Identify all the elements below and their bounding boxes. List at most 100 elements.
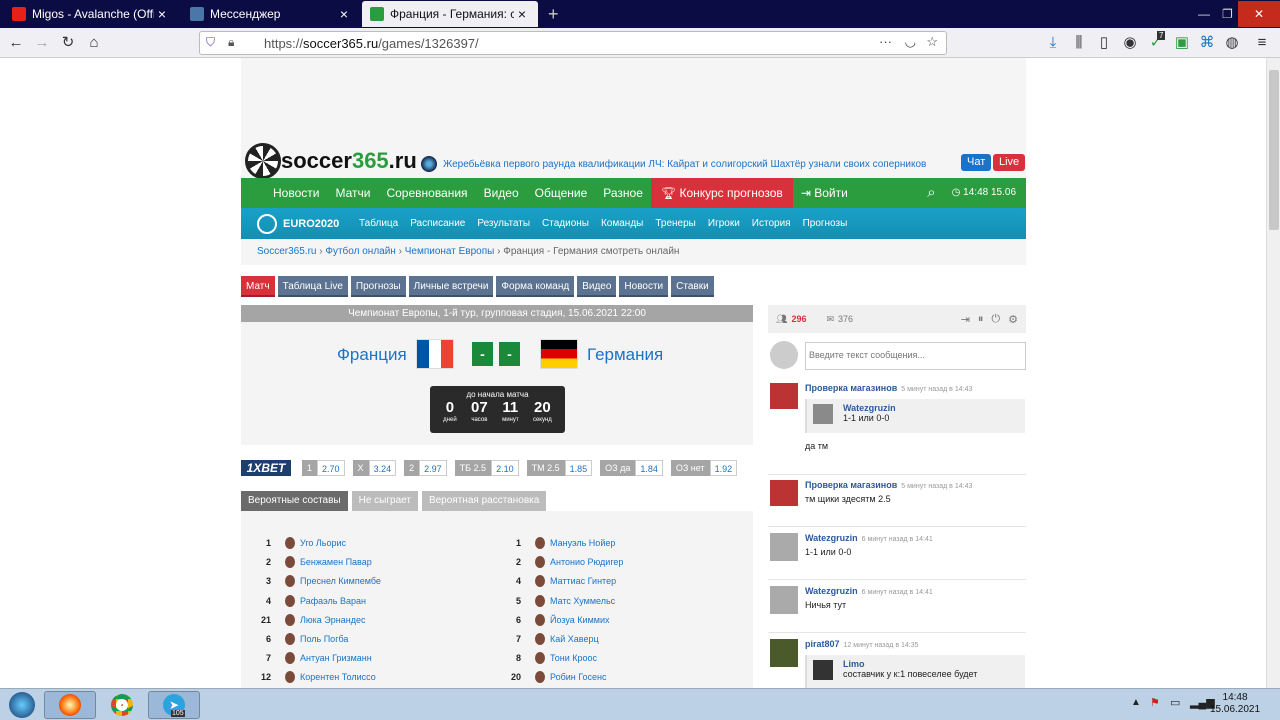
euro-nav-teams[interactable]: Команды (595, 218, 649, 229)
bookmark-star-icon[interactable]: ☆ (926, 34, 938, 50)
search-icon[interactable]: ⌕ (919, 178, 943, 208)
settings-icon[interactable]: ⚙︎ (1008, 313, 1018, 326)
lineup-player-row[interactable]: 7 Кай Хаверц (491, 630, 599, 648)
close-icon[interactable]: × (154, 6, 170, 22)
power-icon[interactable]: ⏻ (991, 313, 1000, 326)
tab-head-to-head[interactable]: Личные встречи (408, 276, 494, 297)
euro-nav-table[interactable]: Таблица (353, 218, 404, 229)
player-name[interactable]: Поль Погба (300, 634, 348, 644)
window-close-button[interactable]: ✕ (1238, 1, 1280, 27)
breadcrumb-link[interactable]: Футбол онлайн (325, 246, 395, 257)
player-name[interactable]: Тони Кроос (550, 653, 597, 663)
tab-news[interactable]: Новости (619, 276, 669, 297)
player-name[interactable]: Матс Хуммельс (550, 596, 615, 606)
pause-icon[interactable]: ⏸︎ (978, 313, 984, 326)
page-scrollbar[interactable] (1266, 58, 1280, 688)
tab-unavailable[interactable]: Не сыграет (351, 491, 418, 511)
minimize-button[interactable]: — (1190, 1, 1214, 27)
tab-team-form[interactable]: Форма команд (496, 276, 575, 297)
player-name[interactable]: Антонио Рюдигер (550, 557, 623, 567)
address-bar[interactable]: ⛉ 🔒︎ https://soccer365.ru/games/1326397/… (199, 31, 947, 55)
odd-away-win[interactable]: 2 2.97 (404, 460, 447, 476)
euro-nav-schedule[interactable]: Расписание (404, 218, 471, 229)
nav-item-misc[interactable]: Разное (595, 178, 651, 208)
lineup-player-row[interactable]: 4 Маттиас Гинтер (491, 572, 616, 590)
nav-item-community[interactable]: Общение (527, 178, 596, 208)
site-logo[interactable]: soccer 365 .ru (245, 143, 417, 179)
news-ticker[interactable]: Жеребьёвка первого раунда квалификации Л… (421, 156, 926, 172)
download-icon[interactable]: ⤓ (1043, 33, 1063, 53)
lineup-player-row[interactable]: 8 Тони Кроос (491, 649, 597, 667)
translate-icon[interactable]: ⌘ (1197, 33, 1217, 53)
lineup-player-row[interactable]: 21 Люка Эрнандес (241, 611, 365, 629)
player-name[interactable]: Йозуа Киммих (550, 615, 609, 625)
lineup-player-row[interactable]: 7 Антуан Гризманн (241, 649, 372, 667)
tab-bets[interactable]: Ставки (671, 276, 714, 297)
back-icon[interactable]: ← (6, 33, 26, 53)
chat-message-input[interactable]: Введите текст сообщения... (805, 342, 1026, 370)
menu-icon[interactable]: ≡ (1252, 33, 1272, 53)
lineup-player-row[interactable]: 1 Мануэль Нойер (491, 534, 615, 552)
breadcrumb-link[interactable]: Чемпионат Европы (405, 246, 495, 257)
odd-draw[interactable]: X 3.24 (352, 460, 397, 476)
euro-nav-history[interactable]: История (746, 218, 797, 229)
player-name[interactable]: Робин Госенс (550, 672, 607, 682)
player-name[interactable]: Корентен Толиссо (300, 672, 376, 682)
login-button[interactable]: ⇥ Войти (793, 178, 856, 208)
player-name[interactable]: Преснел Кимпембе (300, 576, 381, 586)
player-name[interactable]: Антуан Гризманн (300, 653, 372, 663)
lineup-player-row[interactable]: 6 Поль Погба (241, 630, 348, 648)
account-icon[interactable]: ◉ (1120, 33, 1140, 53)
chat-button[interactable]: Чат (961, 154, 992, 171)
lineup-player-row[interactable]: 1 Уго Льорис (241, 534, 346, 552)
lineup-player-row[interactable]: 12 Корентен Толиссо (241, 668, 376, 686)
breadcrumb-link[interactable]: Soccer365.ru (257, 246, 316, 257)
odd-btts-no[interactable]: ОЗ нет 1.92 (670, 460, 738, 476)
player-name[interactable]: Бенжамен Павар (300, 557, 372, 567)
nav-item-matches[interactable]: Матчи (327, 178, 378, 208)
odd-home-win[interactable]: 1 2.70 (302, 460, 345, 476)
tab-match[interactable]: Матч (241, 276, 275, 297)
euro-nav-players[interactable]: Игроки (702, 218, 746, 229)
taskbar-clock[interactable]: 14:48 15.06.2021 (1210, 692, 1260, 716)
away-team-name[interactable]: Германия (587, 345, 663, 365)
tab-probable-formation[interactable]: Вероятная расстановка (421, 491, 547, 511)
network-tray-icon[interactable]: ▭ (1170, 696, 1180, 709)
odd-btts-yes[interactable]: ОЗ да 1.84 (600, 460, 663, 476)
close-icon[interactable]: × (336, 6, 352, 22)
scrollbar-thumb[interactable] (1269, 70, 1279, 230)
nav-item-predictions-contest[interactable]: 🏆︎ Конкурс прогнозов (650, 178, 793, 208)
player-name[interactable]: Мануэль Нойер (550, 538, 615, 548)
nav-item-video[interactable]: Видео (476, 178, 527, 208)
reload-icon[interactable]: ↻ (58, 33, 78, 53)
tab-live-table[interactable]: Таблица Live (277, 276, 348, 297)
home-team-name[interactable]: Франция (337, 345, 407, 365)
show-hidden-icons[interactable]: ▲ (1131, 697, 1141, 708)
browser-tab-messenger[interactable]: Мессенджер × (182, 1, 360, 27)
more-icon[interactable]: ··· (879, 34, 892, 49)
tab-video[interactable]: Видео (577, 276, 617, 297)
browser-tab-soccer[interactable]: Франция - Германия: смотрет × (362, 1, 538, 27)
taskbar-telegram[interactable]: ➤ 105 (148, 691, 200, 719)
security-tray-icon[interactable]: ⚑ (1150, 696, 1160, 709)
euro-nav-results[interactable]: Результаты (471, 218, 536, 229)
player-name[interactable]: Люка Эрнандес (300, 615, 365, 625)
player-name[interactable]: Уго Льорис (300, 538, 346, 548)
lineup-player-row[interactable]: 2 Антонио Рюдигер (491, 553, 623, 571)
taskbar-firefox[interactable] (44, 691, 96, 719)
new-tab-button[interactable]: + (540, 1, 566, 27)
lineup-player-row[interactable]: 2 Бенжамен Павар (241, 553, 372, 571)
forward-icon[interactable]: → (32, 33, 52, 53)
sidebar-icon[interactable]: ▯ (1094, 33, 1114, 53)
extension-icon-2[interactable]: ◍ (1222, 33, 1242, 53)
lineup-player-row[interactable]: 4 Рафаэль Варан (241, 592, 366, 610)
euro-nav-stadiums[interactable]: Стадионы (536, 218, 595, 229)
euro-nav-predictions[interactable]: Прогнозы (797, 218, 854, 229)
odd-under[interactable]: ТМ 2.5 1.85 (526, 460, 593, 476)
start-button[interactable] (2, 691, 42, 719)
browser-tab-youtube[interactable]: Migos - Avalanche (Official Vid × (4, 1, 178, 27)
odd-over[interactable]: ТБ 2.5 2.10 (454, 460, 519, 476)
lineup-player-row[interactable]: 6 Йозуа Киммих (491, 611, 609, 629)
close-icon[interactable]: × (514, 6, 530, 22)
lineup-player-row[interactable]: 3 Преснел Кимпембе (241, 572, 381, 590)
